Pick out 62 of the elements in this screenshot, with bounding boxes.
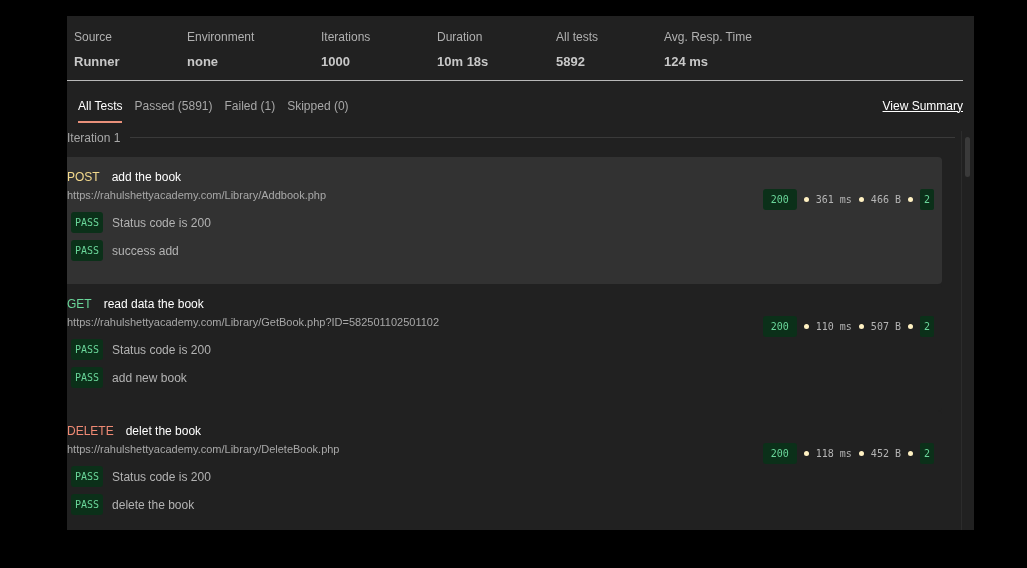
iteration-label: Iteration 1 bbox=[67, 130, 121, 147]
stat-label: Iterations bbox=[321, 29, 372, 46]
test-name: success add bbox=[112, 242, 179, 260]
status-code: 200 bbox=[762, 316, 797, 337]
scrollbar-thumb[interactable] bbox=[965, 136, 970, 177]
request-name[interactable]: read data the book bbox=[103, 294, 204, 313]
request-url: https://rahulshettyacademy.com/Library/DeleteBook.php bbox=[67, 442, 340, 458]
stat-label: Environment bbox=[187, 29, 256, 46]
request-url: https://rahulshettyacademy.com/Library/GetBook.php?ID=582501102501102 bbox=[67, 315, 440, 331]
response-time: 110 ms bbox=[815, 320, 852, 334]
scrollbar-track[interactable] bbox=[961, 130, 970, 530]
filter-tab[interactable]: Skipped (0) bbox=[287, 96, 349, 123]
dot-icon bbox=[858, 197, 864, 202]
dot-icon bbox=[858, 451, 864, 456]
stat-label: Avg. Resp. Time bbox=[664, 29, 753, 46]
request-method: GET bbox=[67, 295, 92, 313]
test-count: 2 bbox=[919, 443, 934, 464]
stat-value: Runner bbox=[74, 53, 121, 71]
test-name: Status code is 200 bbox=[112, 341, 211, 359]
pass-badge: PASS bbox=[71, 339, 104, 360]
pass-badge: PASS bbox=[71, 212, 104, 233]
test-name: Status code is 200 bbox=[112, 468, 211, 486]
stat-label: Source bbox=[74, 29, 114, 46]
test-count: 2 bbox=[919, 189, 934, 210]
response-size: 452 B bbox=[870, 447, 901, 461]
response-size: 466 B bbox=[870, 193, 901, 207]
status-code: 200 bbox=[762, 189, 797, 210]
filter-tab[interactable]: Failed (1) bbox=[224, 96, 276, 123]
dot-icon bbox=[858, 324, 864, 329]
response-time: 118 ms bbox=[815, 447, 852, 461]
stat-value: 10m 18s bbox=[437, 53, 490, 71]
dot-icon bbox=[803, 451, 809, 456]
request-method: POST bbox=[67, 168, 100, 186]
stat-value: 124 ms bbox=[664, 53, 710, 71]
dot-icon bbox=[803, 324, 809, 329]
pass-badge: PASS bbox=[71, 494, 104, 515]
test-name: Status code is 200 bbox=[112, 214, 211, 232]
pass-badge: PASS bbox=[71, 367, 104, 388]
status-code: 200 bbox=[762, 443, 797, 464]
filter-tab[interactable]: Passed (5891) bbox=[134, 96, 213, 123]
dot-icon bbox=[803, 197, 809, 202]
test-name: delete the book bbox=[112, 496, 195, 514]
request-name[interactable]: delet the book bbox=[125, 421, 202, 440]
dot-icon bbox=[907, 197, 913, 202]
dot-icon bbox=[907, 324, 913, 329]
test-count: 2 bbox=[919, 316, 934, 337]
response-size: 507 B bbox=[870, 320, 901, 334]
stat-value: none bbox=[187, 53, 220, 71]
response-time: 361 ms bbox=[815, 193, 852, 207]
pass-badge: PASS bbox=[71, 466, 104, 487]
dot-icon bbox=[907, 451, 913, 456]
stat-value: 5892 bbox=[556, 53, 586, 71]
pass-badge: PASS bbox=[71, 240, 104, 261]
request-url: https://rahulshettyacademy.com/Library/Addbook.php bbox=[67, 188, 327, 204]
request-name[interactable]: add the book bbox=[111, 167, 182, 186]
stat-label: All tests bbox=[556, 29, 599, 46]
stat-label: Duration bbox=[437, 29, 484, 46]
stat-value: 1000 bbox=[321, 53, 351, 71]
request-method: DELETE bbox=[67, 422, 114, 440]
test-name: add new book bbox=[112, 369, 187, 387]
filter-tab[interactable]: All Tests bbox=[78, 96, 123, 123]
view-summary-link[interactable]: View Summary bbox=[882, 96, 963, 115]
